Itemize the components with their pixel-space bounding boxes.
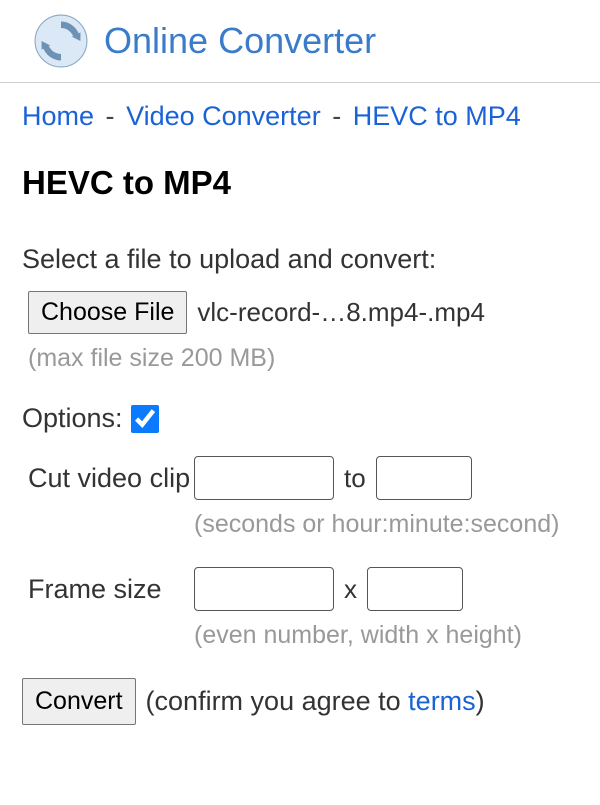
breadcrumb-sep: - (332, 101, 341, 131)
frame-hint: (even number, width x height) (194, 621, 522, 650)
selected-filename: vlc-record-…8.mp4-.mp4 (197, 297, 485, 328)
convert-button[interactable]: Convert (22, 678, 136, 725)
confirm-text: (confirm you agree to terms) (146, 686, 485, 717)
breadcrumb-home[interactable]: Home (22, 101, 94, 131)
cut-start-input[interactable] (194, 456, 334, 500)
choose-file-button[interactable]: Choose File (28, 291, 187, 334)
options-label: Options: (22, 403, 123, 434)
frame-width-input[interactable] (194, 567, 334, 611)
breadcrumb-current[interactable]: HEVC to MP4 (353, 101, 521, 131)
convert-row: Convert (confirm you agree to terms) (22, 678, 578, 725)
cut-end-input[interactable] (376, 456, 472, 500)
breadcrumb-video-converter[interactable]: Video Converter (126, 101, 321, 131)
confirm-prefix: (confirm you agree to (146, 686, 409, 716)
header: Online Converter (0, 0, 600, 83)
breadcrumb-sep: - (106, 101, 115, 131)
cut-to-label: to (344, 463, 366, 494)
terms-link[interactable]: terms (408, 686, 476, 716)
frame-size-label: Frame size (28, 567, 194, 613)
brand-name: Online Converter (104, 20, 376, 62)
max-size-hint: (max file size 200 MB) (28, 344, 578, 373)
cut-video-row: Cut video clip to (seconds or hour:minut… (28, 456, 578, 539)
options-row: Options: (22, 403, 578, 434)
content: HEVC to MP4 Select a file to upload and … (0, 150, 600, 739)
confirm-suffix: ) (476, 686, 485, 716)
frame-height-input[interactable] (367, 567, 463, 611)
frame-x-label: x (344, 574, 357, 605)
file-row: Choose File vlc-record-…8.mp4-.mp4 (28, 291, 578, 334)
refresh-arrows-icon (34, 14, 88, 68)
select-prompt: Select a file to upload and convert: (22, 244, 578, 275)
breadcrumb: Home - Video Converter - HEVC to MP4 (0, 83, 600, 150)
cut-video-label: Cut video clip (28, 456, 194, 502)
options-checkbox[interactable] (131, 405, 159, 433)
page-title: HEVC to MP4 (22, 164, 578, 202)
cut-hint: (seconds or hour:minute:second) (194, 510, 559, 539)
frame-size-row: Frame size x (even number, width x heigh… (28, 567, 578, 650)
